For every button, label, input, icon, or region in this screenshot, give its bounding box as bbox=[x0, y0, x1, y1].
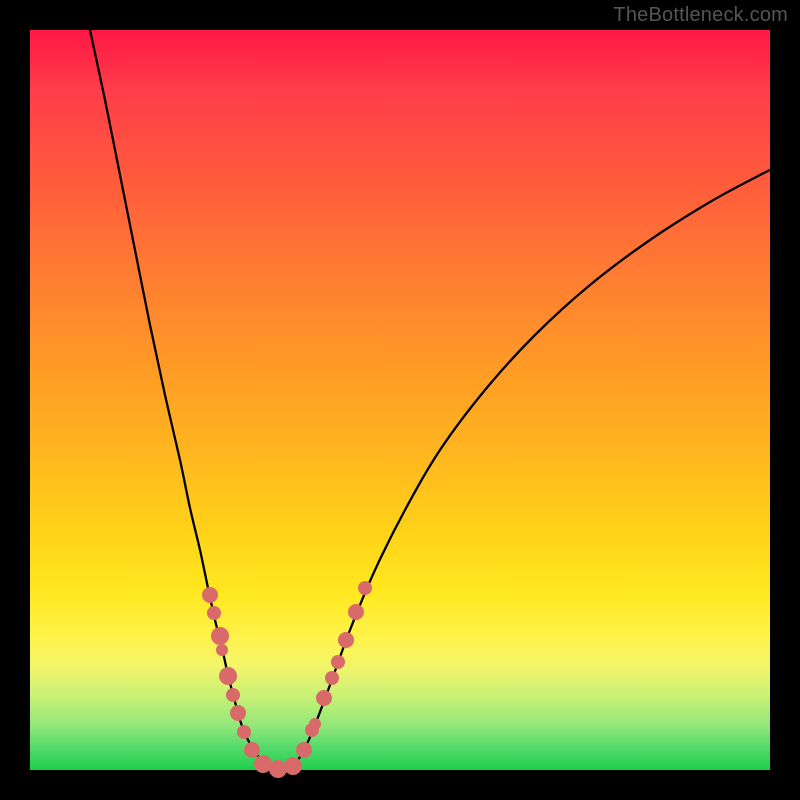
plot-area bbox=[30, 30, 770, 770]
highlight-dot bbox=[202, 587, 218, 603]
chart-frame: TheBottleneck.com bbox=[0, 0, 800, 800]
highlight-dot bbox=[207, 606, 221, 620]
highlight-dot bbox=[331, 655, 345, 669]
highlight-dot bbox=[316, 690, 332, 706]
highlight-dot bbox=[237, 725, 251, 739]
highlight-dot bbox=[216, 644, 228, 656]
highlight-dot bbox=[348, 604, 364, 620]
highlight-dot bbox=[325, 671, 339, 685]
highlight-dot bbox=[244, 742, 260, 758]
highlight-dot bbox=[309, 718, 321, 730]
highlight-dot bbox=[338, 632, 354, 648]
highlight-dot bbox=[219, 667, 237, 685]
highlight-markers bbox=[202, 581, 372, 778]
highlight-dot bbox=[211, 627, 229, 645]
highlight-dot bbox=[226, 688, 240, 702]
highlight-dot bbox=[230, 705, 246, 721]
bottleneck-curve bbox=[90, 30, 770, 770]
highlight-dot bbox=[358, 581, 372, 595]
bottleneck-curve-svg bbox=[30, 30, 770, 770]
highlight-dot bbox=[269, 760, 287, 778]
watermark-text: TheBottleneck.com bbox=[613, 4, 788, 27]
highlight-dot bbox=[284, 757, 302, 775]
highlight-dot bbox=[296, 742, 312, 758]
